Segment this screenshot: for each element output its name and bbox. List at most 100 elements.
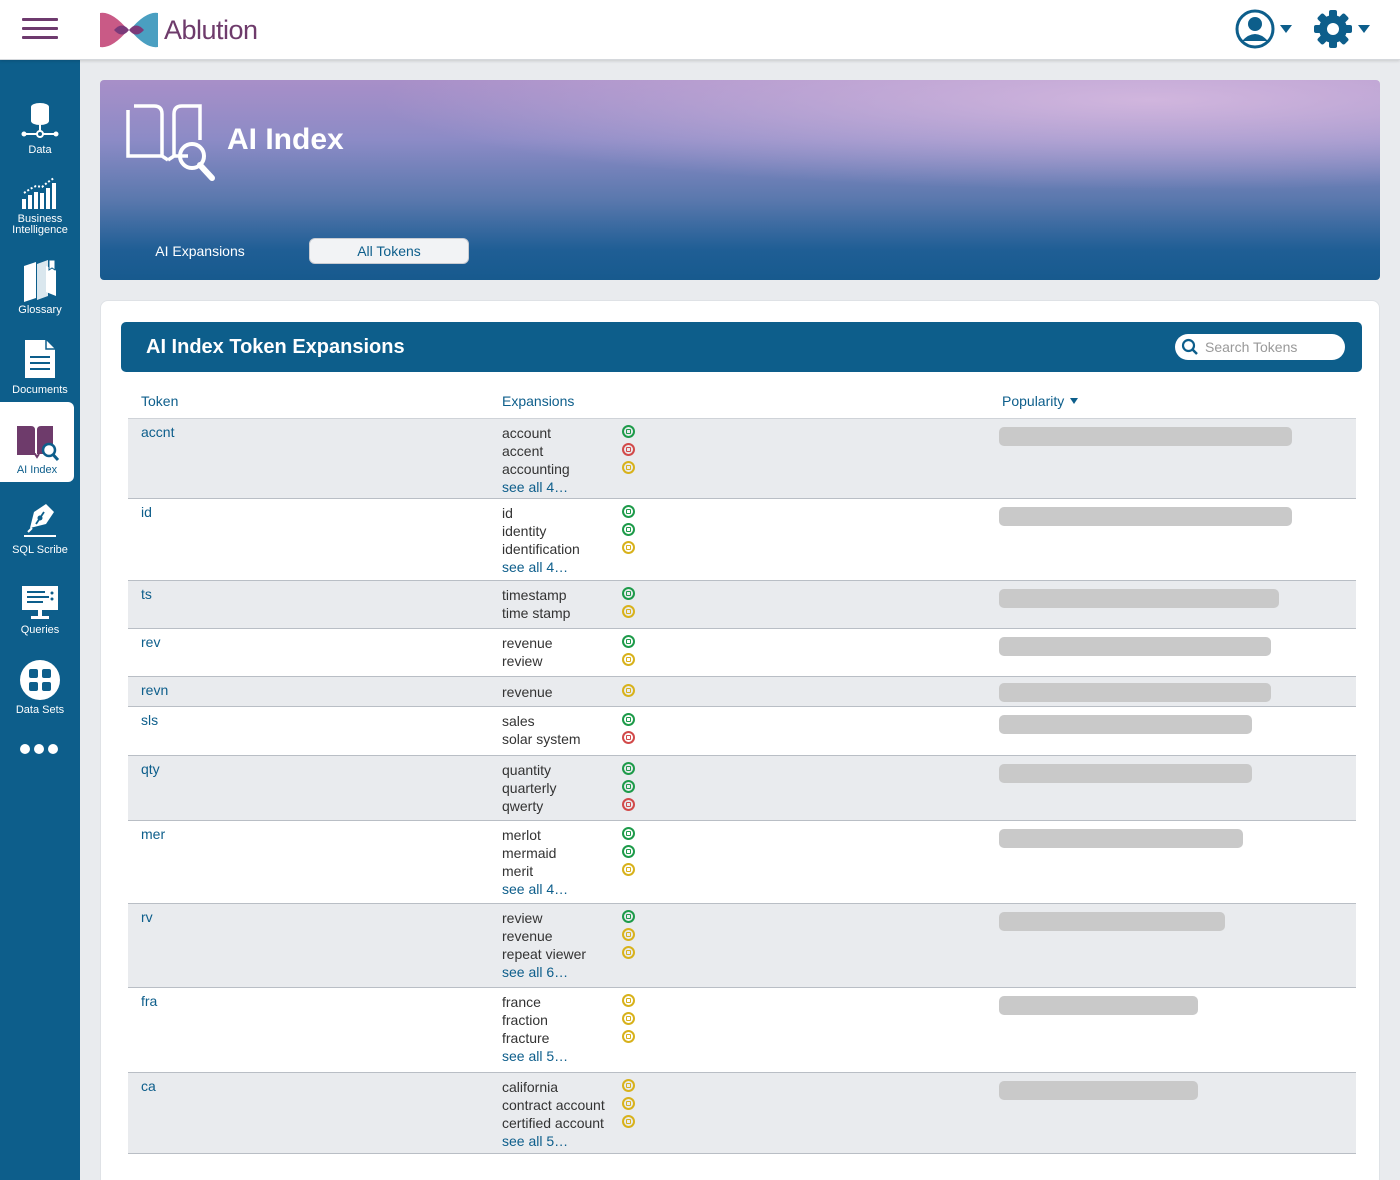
token-link[interactable]: revn (141, 682, 168, 698)
tab-ai-expansions[interactable]: AI Expansions (120, 238, 280, 264)
sidebar-item-label: SQL Scribe (12, 544, 68, 556)
status-yellow-icon[interactable] (622, 684, 635, 697)
menu-icon[interactable] (22, 18, 58, 42)
status-yellow-icon[interactable] (622, 1012, 635, 1025)
status-red-icon[interactable] (622, 443, 635, 456)
status-green-icon[interactable] (622, 713, 635, 726)
status-green-icon[interactable] (622, 827, 635, 840)
status-icon-center (626, 1101, 631, 1106)
status-icon-center (626, 639, 631, 644)
popularity-bar (999, 829, 1243, 848)
status-red-icon[interactable] (622, 798, 635, 811)
expansion-status-list (622, 713, 635, 749)
status-yellow-icon[interactable] (622, 605, 635, 618)
table-row[interactable]: rv review revenue repeat viewer see all 6… (128, 904, 1356, 988)
table-row[interactable]: qty quantity quarterly qwerty (128, 756, 1356, 821)
sidebar-item-glossary[interactable]: Glossary (0, 242, 80, 322)
expansion-text: identification (502, 541, 580, 557)
expansion-text: review (502, 910, 543, 926)
book-search-icon (126, 104, 215, 181)
user-menu-button[interactable] (1234, 8, 1292, 50)
table-row[interactable]: fra france fraction fracture see all 5… (128, 988, 1356, 1073)
search-input[interactable] (1205, 339, 1335, 355)
sidebar-item-data-sets[interactable]: Data Sets (0, 642, 80, 722)
status-yellow-icon[interactable] (622, 928, 635, 941)
search-box[interactable] (1175, 334, 1345, 360)
column-header-expansions[interactable]: Expansions (502, 393, 574, 409)
sidebar-item-queries[interactable]: Queries (0, 562, 80, 642)
status-yellow-icon[interactable] (622, 1079, 635, 1092)
see-all-link[interactable]: see all 4… (502, 881, 622, 899)
sidebar-item-documents[interactable]: Documents (0, 322, 80, 402)
status-green-icon[interactable] (622, 845, 635, 858)
status-green-icon[interactable] (622, 425, 635, 438)
popularity-bar (999, 996, 1198, 1015)
token-link[interactable]: accnt (141, 424, 174, 440)
status-yellow-icon[interactable] (622, 461, 635, 474)
status-yellow-icon[interactable] (622, 994, 635, 1007)
expansion-status-list (622, 827, 635, 881)
token-link[interactable]: rev (141, 634, 160, 650)
token-link[interactable]: qty (141, 761, 160, 777)
see-all-link[interactable]: see all 6… (502, 964, 622, 982)
status-icon-center (626, 545, 631, 550)
table-row[interactable]: rev revenue review (128, 629, 1356, 677)
see-all-link[interactable]: see all 4… (502, 479, 622, 497)
token-link[interactable]: ca (141, 1078, 156, 1094)
page-title: AI Index (227, 123, 344, 156)
token-link[interactable]: sls (141, 712, 158, 728)
status-yellow-icon[interactable] (622, 946, 635, 959)
status-red-icon[interactable] (622, 731, 635, 744)
books-icon (24, 259, 56, 302)
column-header-token[interactable]: Token (141, 393, 178, 409)
expansion-list: review revenue repeat viewer see all 6… (502, 910, 622, 982)
status-green-icon[interactable] (622, 762, 635, 775)
see-all-link[interactable]: see all 4… (502, 559, 622, 577)
app-logo[interactable]: Ablution (98, 8, 258, 52)
expansion-text: account (502, 425, 552, 441)
sidebar-item-ai-index[interactable]: AI Index (0, 402, 74, 482)
user-icon (1235, 9, 1275, 49)
expansion-text: merit (502, 863, 534, 879)
more-icon[interactable] (20, 744, 58, 754)
status-icon-center (626, 447, 631, 452)
status-yellow-icon[interactable] (622, 1115, 635, 1128)
table-row[interactable]: id id identity identification see all 4… (128, 499, 1356, 581)
settings-menu-button[interactable] (1312, 8, 1370, 50)
status-green-icon[interactable] (622, 635, 635, 648)
status-green-icon[interactable] (622, 910, 635, 923)
token-link[interactable]: mer (141, 826, 165, 842)
expansion-text: certified account (502, 1115, 604, 1131)
token-link[interactable]: fra (141, 993, 157, 1009)
sort-down-icon (1070, 398, 1079, 404)
table-row[interactable]: sls sales solar system (128, 707, 1356, 756)
table-row[interactable]: accnt account accent accounting see all 4… (128, 419, 1356, 499)
tab-all-tokens[interactable]: All Tokens (309, 238, 469, 264)
sidebar-item-data[interactable]: Data (0, 82, 80, 162)
status-icon-center (626, 1083, 631, 1088)
status-green-icon[interactable] (622, 523, 635, 536)
expansion-text: fraction (502, 1012, 548, 1028)
token-link[interactable]: rv (141, 909, 153, 925)
status-green-icon[interactable] (622, 587, 635, 600)
see-all-link[interactable]: see all 5… (502, 1048, 622, 1066)
sidebar-item-business-intelligence[interactable]: Business Intelligence (0, 162, 80, 242)
table-row[interactable]: mer merlot mermaid merit see all 4… (128, 821, 1356, 904)
status-yellow-icon[interactable] (622, 863, 635, 876)
status-icon-center (626, 914, 631, 919)
token-link[interactable]: id (141, 504, 152, 520)
table-row[interactable]: ts timestamp time stamp (128, 581, 1356, 629)
status-yellow-icon[interactable] (622, 1097, 635, 1110)
status-green-icon[interactable] (622, 505, 635, 518)
see-all-link[interactable]: see all 5… (502, 1133, 622, 1151)
status-icon-center (626, 802, 631, 807)
table-row[interactable]: ca california contract account certified ac… (128, 1073, 1356, 1154)
sidebar-item-sql-scribe[interactable]: SQL Scribe (0, 482, 80, 562)
status-yellow-icon[interactable] (622, 653, 635, 666)
token-link[interactable]: ts (141, 586, 152, 602)
status-yellow-icon[interactable] (622, 1030, 635, 1043)
table-row[interactable]: revn revenue (128, 677, 1356, 707)
column-header-popularity[interactable]: Popularity (1002, 393, 1079, 409)
status-green-icon[interactable] (622, 780, 635, 793)
status-yellow-icon[interactable] (622, 541, 635, 554)
